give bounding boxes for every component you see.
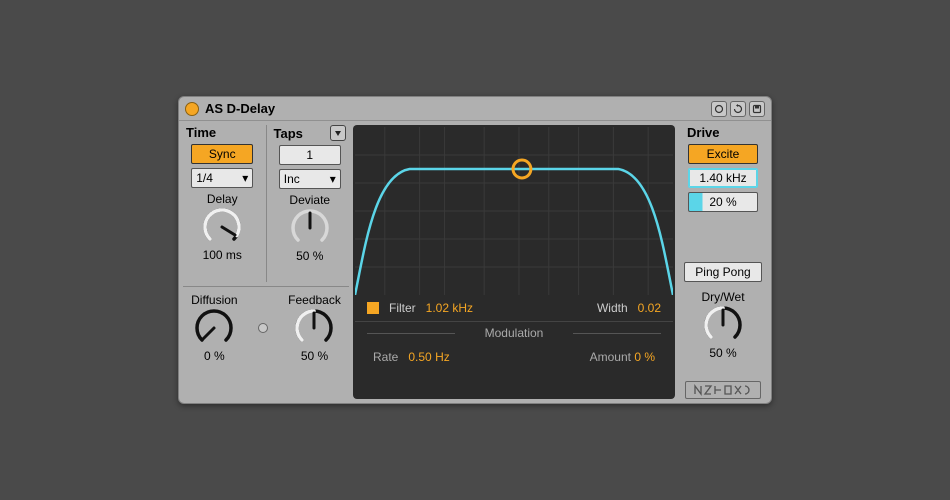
- sync-button[interactable]: Sync: [191, 144, 253, 164]
- mod-rate-value[interactable]: 0.50 Hz: [408, 350, 449, 364]
- mod-amount-value[interactable]: 0 %: [634, 350, 655, 364]
- panel-separator: [266, 125, 267, 282]
- filter-readout-row: Filter 1.02 kHz Width 0.02: [355, 295, 673, 322]
- time-panel: Time Sync 1/4 ▾ Delay: [183, 125, 262, 282]
- filter-enable-toggle[interactable]: [367, 302, 379, 314]
- mod-amount-label: Amount: [590, 350, 631, 364]
- diffusion-knob[interactable]: [195, 309, 233, 347]
- device-body: Time Sync 1/4 ▾ Delay: [179, 121, 771, 403]
- filter-width-value[interactable]: 0.02: [638, 301, 661, 315]
- diffusion-knob-group: Diffusion 0 %: [191, 293, 237, 363]
- triangle-down-icon: [334, 129, 342, 137]
- chevron-down-icon: ▾: [242, 171, 248, 185]
- taps-count-input[interactable]: 1: [279, 145, 341, 165]
- filter-graph[interactable]: [355, 127, 673, 295]
- hot-swap-icon[interactable]: [711, 101, 727, 117]
- deviate-label: Deviate: [289, 193, 330, 207]
- feedback-knob[interactable]: [295, 309, 333, 347]
- drywet-knob[interactable]: [704, 306, 742, 344]
- delay-knob[interactable]: [203, 208, 241, 246]
- feedback-value: 50 %: [301, 349, 328, 363]
- drive-amount-input[interactable]: 20 %: [688, 192, 758, 212]
- pingpong-button[interactable]: Ping Pong: [684, 262, 762, 282]
- drywet-label: Dry/Wet: [701, 290, 744, 304]
- filter-display: Filter 1.02 kHz Width 0.02 Modulation Ra…: [353, 125, 675, 399]
- delay-knob-group: Delay 100 ms: [203, 192, 242, 262]
- brand-logo: [685, 381, 761, 399]
- title-icon-group: [711, 101, 765, 117]
- device-title: AS D-Delay: [205, 101, 705, 116]
- drywet-knob-group: Dry/Wet 50 %: [701, 290, 744, 360]
- link-toggle[interactable]: [258, 323, 268, 333]
- right-column: Drive Excite 1.40 kHz 20 % Ping Pong Dry…: [679, 125, 767, 399]
- diffusion-value: 0 %: [204, 349, 225, 363]
- taps-panel: Taps 1 Inc ▾ Deviate: [271, 125, 350, 282]
- feedback-label: Feedback: [288, 293, 341, 307]
- filter-freq-value[interactable]: 1.02 kHz: [426, 301, 473, 315]
- drywet-value: 50 %: [709, 346, 736, 360]
- tempo-division-value: 1/4: [196, 171, 213, 185]
- power-button[interactable]: [185, 102, 199, 116]
- feedback-knob-group: Feedback 50 %: [288, 293, 341, 363]
- save-preset-icon[interactable]: [749, 101, 765, 117]
- mod-rate-label: Rate: [373, 350, 398, 364]
- filter-label: Filter: [389, 301, 416, 315]
- taps-mode-select[interactable]: Inc ▾: [279, 169, 341, 189]
- taps-label: Taps: [274, 126, 303, 141]
- diffusion-label: Diffusion: [191, 293, 237, 307]
- filter-width-label: Width: [597, 301, 628, 315]
- deviate-knob[interactable]: [291, 209, 329, 247]
- reset-icon[interactable]: [730, 101, 746, 117]
- delay-label: Delay: [207, 192, 238, 206]
- delay-value: 100 ms: [203, 248, 242, 262]
- deviate-value: 50 %: [296, 249, 323, 263]
- tempo-division-select[interactable]: 1/4 ▾: [191, 168, 253, 188]
- chevron-down-icon: ▾: [330, 172, 336, 186]
- time-taps-row: Time Sync 1/4 ▾ Delay: [183, 125, 349, 287]
- time-label: Time: [186, 125, 216, 140]
- left-column: Time Sync 1/4 ▾ Delay: [183, 125, 349, 399]
- title-bar: AS D-Delay: [179, 97, 771, 121]
- modulation-section: Modulation Rate 0.50 Hz Amount 0 %: [355, 322, 673, 397]
- drive-freq-input[interactable]: 1.40 kHz: [688, 168, 758, 188]
- device-panel: AS D-Delay Time Sync 1/4: [178, 96, 772, 404]
- drive-mode-button[interactable]: Excite: [688, 144, 758, 164]
- deviate-knob-group: Deviate 50 %: [289, 193, 330, 263]
- drive-label: Drive: [679, 125, 720, 140]
- taps-expand-button[interactable]: [330, 125, 346, 141]
- modulation-header: Modulation: [367, 326, 661, 340]
- diffusion-feedback-row: Diffusion 0 % Feedback: [183, 287, 349, 363]
- taps-mode-value: Inc: [284, 172, 300, 186]
